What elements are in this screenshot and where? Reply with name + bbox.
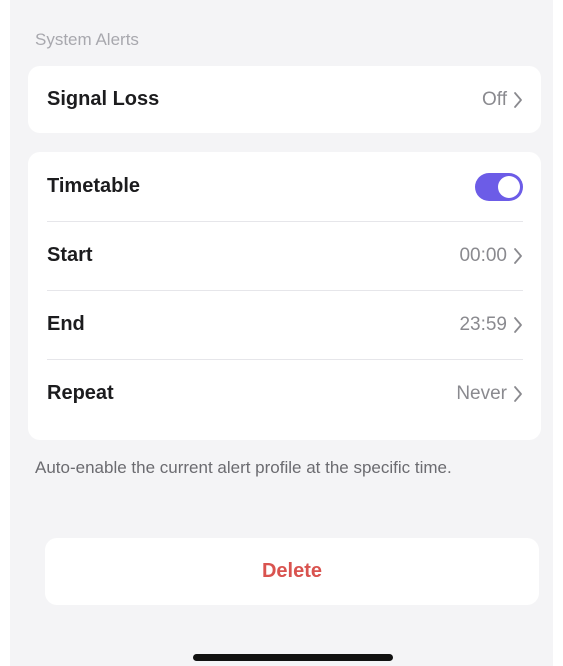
repeat-value: Never xyxy=(456,382,507,404)
toggle-knob xyxy=(498,175,520,198)
signal-loss-row[interactable]: Signal Loss Off xyxy=(28,66,541,133)
repeat-label: Repeat xyxy=(47,382,114,404)
timetable-footnote: Auto-enable the current alert profile at… xyxy=(35,458,452,477)
start-value-group: 00:00 xyxy=(459,245,523,267)
signal-loss-value-group: Off xyxy=(482,89,523,111)
start-label: Start xyxy=(47,244,93,266)
section-header: System Alerts xyxy=(35,30,139,49)
chevron-right-icon xyxy=(514,91,522,108)
end-row[interactable]: End 23:59 xyxy=(28,290,541,359)
signal-loss-value: Off xyxy=(482,88,507,110)
timetable-label: Timetable xyxy=(47,175,140,197)
signal-loss-label: Signal Loss xyxy=(47,88,160,110)
start-row[interactable]: Start 00:00 xyxy=(28,221,541,290)
chevron-right-icon xyxy=(514,247,522,264)
chevron-right-icon xyxy=(514,385,522,402)
timetable-toggle[interactable] xyxy=(475,172,523,201)
end-value-group: 23:59 xyxy=(459,314,523,336)
signal-loss-card: Signal Loss Off xyxy=(28,66,541,133)
repeat-row[interactable]: Repeat Never xyxy=(28,359,541,428)
schedule-card: Timetable Start 00:00 End 23:59 Repeat N… xyxy=(28,152,541,440)
end-label: End xyxy=(47,313,85,335)
end-value: 23:59 xyxy=(459,313,507,335)
start-value: 00:00 xyxy=(459,244,507,266)
home-indicator xyxy=(193,654,393,661)
timetable-row: Timetable xyxy=(28,152,541,221)
delete-button[interactable]: Delete xyxy=(45,538,539,605)
repeat-value-group: Never xyxy=(456,383,523,405)
chevron-right-icon xyxy=(514,316,522,333)
alert-settings-screen: System Alerts Signal Loss Off Timetable … xyxy=(10,0,553,666)
